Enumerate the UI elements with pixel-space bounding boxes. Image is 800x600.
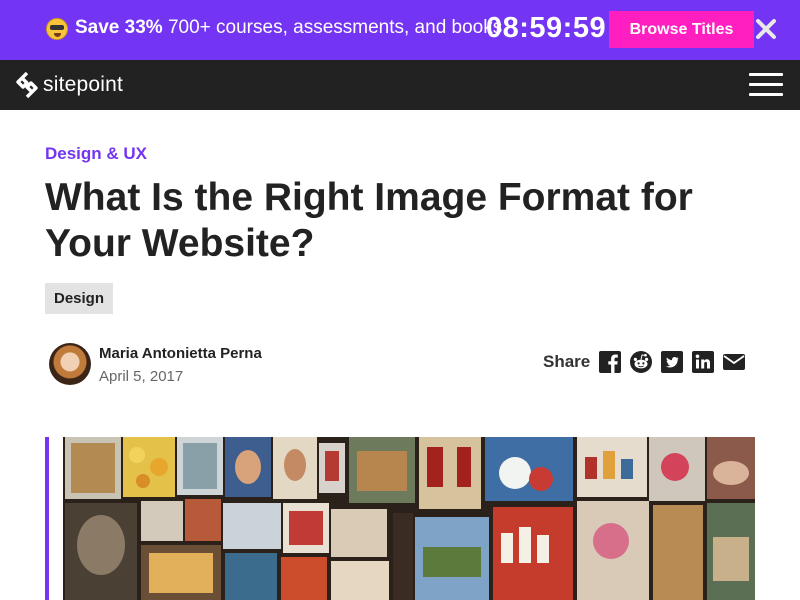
linkedin-icon[interactable] — [691, 350, 715, 374]
author-name[interactable]: Maria Antonietta Perna — [99, 345, 262, 362]
email-icon[interactable] — [722, 350, 746, 374]
countdown-timer: 08:59:59 — [486, 12, 607, 44]
hero-section — [45, 437, 755, 600]
site-logo[interactable]: sitepoint — [15, 71, 124, 99]
promo-banner: Save 33% 700+ courses, assessments, and … — [0, 0, 800, 60]
site-header: sitepoint — [0, 60, 800, 110]
promo-description: 700+ courses, assessments, and books — [162, 17, 503, 38]
sunglasses-face-icon — [46, 18, 68, 40]
hamburger-menu-icon[interactable] — [749, 73, 785, 97]
reddit-icon[interactable] — [629, 350, 653, 374]
author-avatar[interactable] — [49, 343, 91, 385]
accent-bar — [45, 437, 49, 600]
close-icon[interactable] — [754, 17, 778, 41]
logo-text: sitepoint — [43, 73, 124, 96]
promo-discount: Save 33% — [75, 17, 163, 38]
article-title: What Is the Right Image Format for Your … — [45, 176, 693, 265]
publish-date: April 5, 2017 — [99, 368, 184, 385]
browse-titles-button[interactable]: Browse Titles — [609, 11, 754, 48]
hero-image-paintings — [63, 437, 755, 600]
facebook-icon[interactable] — [598, 350, 622, 374]
promo-text: Save 33% 700+ courses, assessments, and … — [75, 17, 502, 39]
tag-design[interactable]: Design — [45, 283, 114, 314]
category-link[interactable]: Design & UX — [45, 144, 147, 164]
share-bar: Share — [543, 350, 753, 374]
share-label: Share — [543, 352, 591, 371]
sitepoint-logo-icon — [15, 71, 39, 99]
twitter-icon[interactable] — [660, 350, 684, 374]
